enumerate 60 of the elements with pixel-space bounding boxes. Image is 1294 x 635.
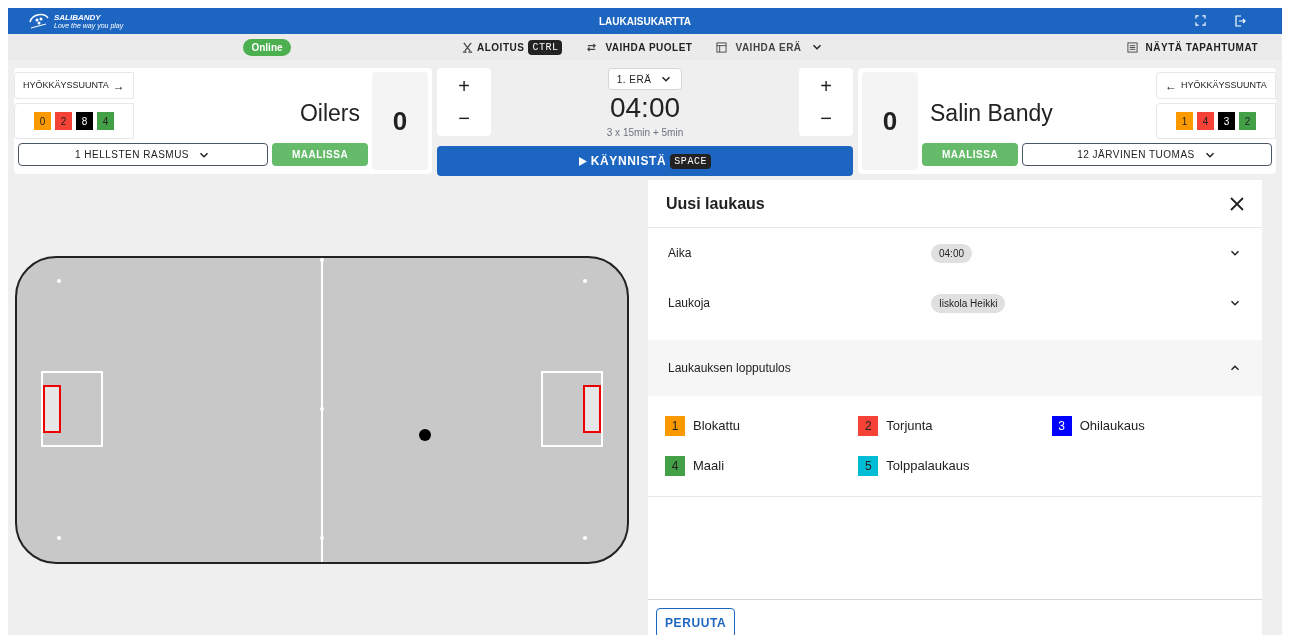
page-title: LAUKAISUKARTTA <box>598 14 692 29</box>
cancel-button[interactable]: PERUUTA <box>656 608 736 635</box>
value-chip: Iiskola Heikki <box>931 294 1006 313</box>
key-hint: CTRL <box>528 39 563 55</box>
increase-button[interactable]: + <box>458 76 470 96</box>
counter-badge: 2 <box>55 112 72 130</box>
goalie-select[interactable]: 12 JÄRVINEN TUOMAS <box>1022 143 1272 166</box>
result-option[interactable]: 2 Torjunta <box>858 416 1052 436</box>
counter-badge: 0 <box>34 112 51 130</box>
status-badge: Online <box>243 38 291 56</box>
accordion-header[interactable]: Aika 04:00 <box>648 228 1262 278</box>
play-icon <box>578 156 587 166</box>
show-events-button[interactable]: NÄYTÄ TAPAHTUMAT <box>1126 39 1282 55</box>
result-number: 2 <box>858 416 879 436</box>
value-chip: 04:00 <box>931 244 973 263</box>
result-option[interactable]: 3 Ohilaukaus <box>1051 416 1245 436</box>
decrease-button[interactable]: − <box>458 108 470 128</box>
result-option[interactable]: 4 Maali <box>665 456 859 476</box>
accordion-header[interactable]: Laukoja Iiskola Heikki <box>648 278 1262 328</box>
logo-icon <box>28 12 50 30</box>
logo-text: SALIBANDY <box>54 13 102 22</box>
swap-sides-button[interactable]: VAIHDA PUOLET <box>586 39 693 55</box>
fullscreen-icon[interactable] <box>1195 15 1206 26</box>
result-number: 1 <box>665 416 685 436</box>
accordion-header[interactable]: Laukauksen lopputulos <box>648 340 1262 396</box>
panel-title: Uusi laukaus <box>666 193 765 214</box>
counter-badge: 2 <box>1239 112 1256 130</box>
period-format: 3 x 15min + 5min <box>606 126 684 140</box>
sticks-icon <box>462 41 473 53</box>
counter-badge: 4 <box>1197 112 1214 130</box>
logout-icon[interactable] <box>1234 15 1246 27</box>
result-number: 4 <box>665 456 685 476</box>
team-name: Oilers <box>299 99 360 129</box>
attack-direction-label: ← HYÖKKÄYSSUUNTA <box>1156 72 1276 99</box>
list-icon <box>1126 41 1138 53</box>
attack-direction-label: HYÖKKÄYSSUUNTA → <box>14 72 134 99</box>
faceoff-button[interactable]: ALOITUS CTRL <box>462 39 563 55</box>
counter-badge: 3 <box>1218 112 1235 130</box>
rink-drawing[interactable] <box>15 256 629 564</box>
score-display: 0 <box>862 72 918 170</box>
result-option[interactable]: 1 Blokattu <box>665 416 859 436</box>
result-number: 5 <box>858 456 879 476</box>
change-period-button[interactable]: VAIHDA ERÄ <box>716 39 824 55</box>
close-button[interactable] <box>1230 196 1244 211</box>
start-button[interactable]: KÄYNNISTÄ SPACE <box>437 146 853 176</box>
game-clock: 04:00 <box>609 91 681 125</box>
close-icon <box>1230 196 1244 211</box>
period-select[interactable]: 1. ERÄ <box>607 68 683 90</box>
counter-badge: 4 <box>97 112 114 130</box>
counter-badge: 8 <box>76 112 93 130</box>
team-name: Salin Bandy <box>930 99 1053 129</box>
swap-icon <box>586 41 598 53</box>
result-option[interactable]: 5 Tolppalaukaus <box>858 456 1052 476</box>
decrease-button[interactable]: − <box>820 108 832 128</box>
increase-button[interactable]: + <box>820 76 832 96</box>
counter-badge: 1 <box>1176 112 1193 130</box>
goalie-select[interactable]: 1 HELLSTEN RASMUS <box>18 143 268 166</box>
score-display: 0 <box>372 72 428 170</box>
key-hint: SPACE <box>670 153 712 169</box>
result-number: 3 <box>1051 416 1072 436</box>
